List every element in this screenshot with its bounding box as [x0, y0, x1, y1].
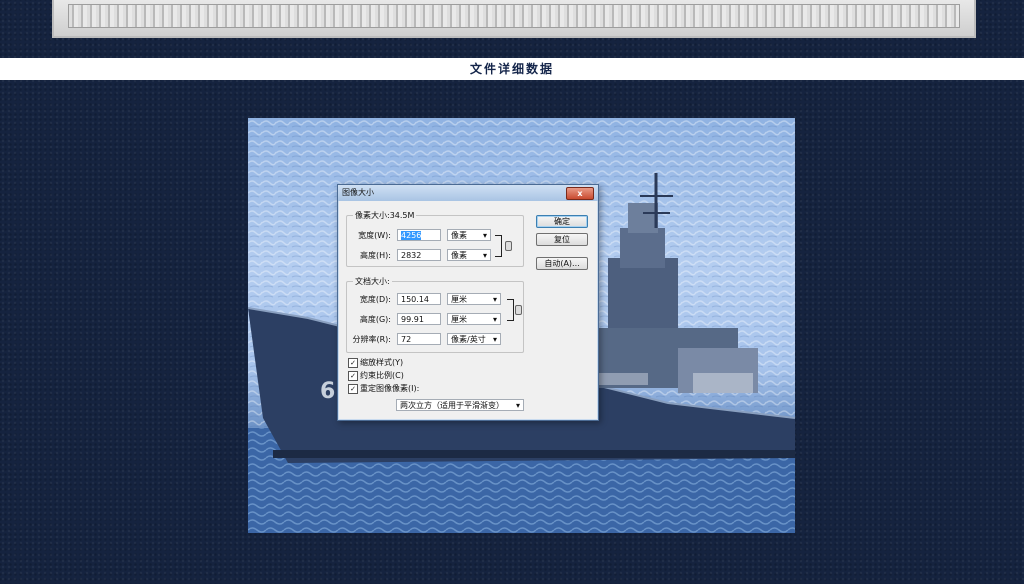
doc-height-label: 高度(G): — [359, 315, 391, 324]
resolution-input[interactable]: 72 — [397, 333, 441, 345]
constrain-proportions-checkbox[interactable]: ✓ 约束比例(C) — [348, 370, 404, 381]
pixel-width-input[interactable]: 4256 — [397, 229, 441, 241]
ok-button[interactable]: 确定 — [536, 215, 588, 228]
resample-method-select[interactable]: 两次立方（适用于平滑渐变） — [396, 399, 524, 412]
svg-text:6: 6 — [320, 379, 335, 404]
pixel-width-label: 宽度(W): — [358, 231, 391, 240]
doc-height-unit-select[interactable]: 厘米 — [447, 313, 501, 326]
resample-label: 重定图像像素(I): — [360, 384, 420, 393]
pixel-height-label: 高度(H): — [360, 251, 391, 260]
pixel-dimensions-label: 像素大小:34.5M — [353, 210, 417, 221]
doc-width-input[interactable]: 150.14 — [397, 293, 441, 305]
close-button[interactable]: x — [566, 187, 594, 200]
top-decorative-frame — [52, 0, 976, 38]
resolution-label: 分辨率(R): — [352, 335, 392, 344]
constrain-proportions-label: 约束比例(C) — [360, 371, 404, 380]
check-icon: ✓ — [348, 383, 358, 394]
dialog-title: 图像大小 — [338, 185, 598, 201]
frame-pattern — [68, 4, 960, 28]
pixel-link-bracket — [495, 235, 502, 257]
pixel-height-unit-select[interactable]: 像素 — [447, 249, 491, 262]
doc-width-label: 宽度(D): — [359, 295, 391, 304]
scale-styles-label: 缩放样式(Y) — [360, 358, 404, 367]
check-icon: ✓ — [348, 357, 358, 368]
document-size-group: 文档大小: 宽度(D): 150.14 厘米 高度(G): 99.91 厘米 分… — [346, 276, 524, 353]
document-size-label: 文档大小: — [353, 276, 392, 287]
doc-chain-link-icon — [515, 305, 522, 315]
doc-width-unit-select[interactable]: 厘米 — [447, 293, 501, 306]
auto-button[interactable]: 自动(A)... — [536, 257, 588, 270]
section-heading: 文件详细数据 — [0, 58, 1024, 80]
doc-link-bracket — [507, 299, 514, 321]
pixel-height-input[interactable]: 2832 — [397, 249, 441, 261]
resample-checkbox[interactable]: ✓ 重定图像像素(I): — [348, 383, 419, 394]
pixel-width-unit-select[interactable]: 像素 — [447, 229, 491, 242]
image-size-dialog: 图像大小 x 像素大小:34.5M 宽度(W): 4256 像素 高度(H): … — [337, 184, 599, 421]
doc-height-input[interactable]: 99.91 — [397, 313, 441, 325]
check-icon: ✓ — [348, 370, 358, 381]
reset-button[interactable]: 复位 — [536, 233, 588, 246]
pixel-dimensions-group: 像素大小:34.5M 宽度(W): 4256 像素 高度(H): 2832 像素 — [346, 210, 524, 267]
scale-styles-checkbox[interactable]: ✓ 缩放样式(Y) — [348, 357, 403, 368]
chain-link-icon — [505, 241, 512, 251]
resolution-unit-select[interactable]: 像素/英寸 — [447, 333, 501, 346]
